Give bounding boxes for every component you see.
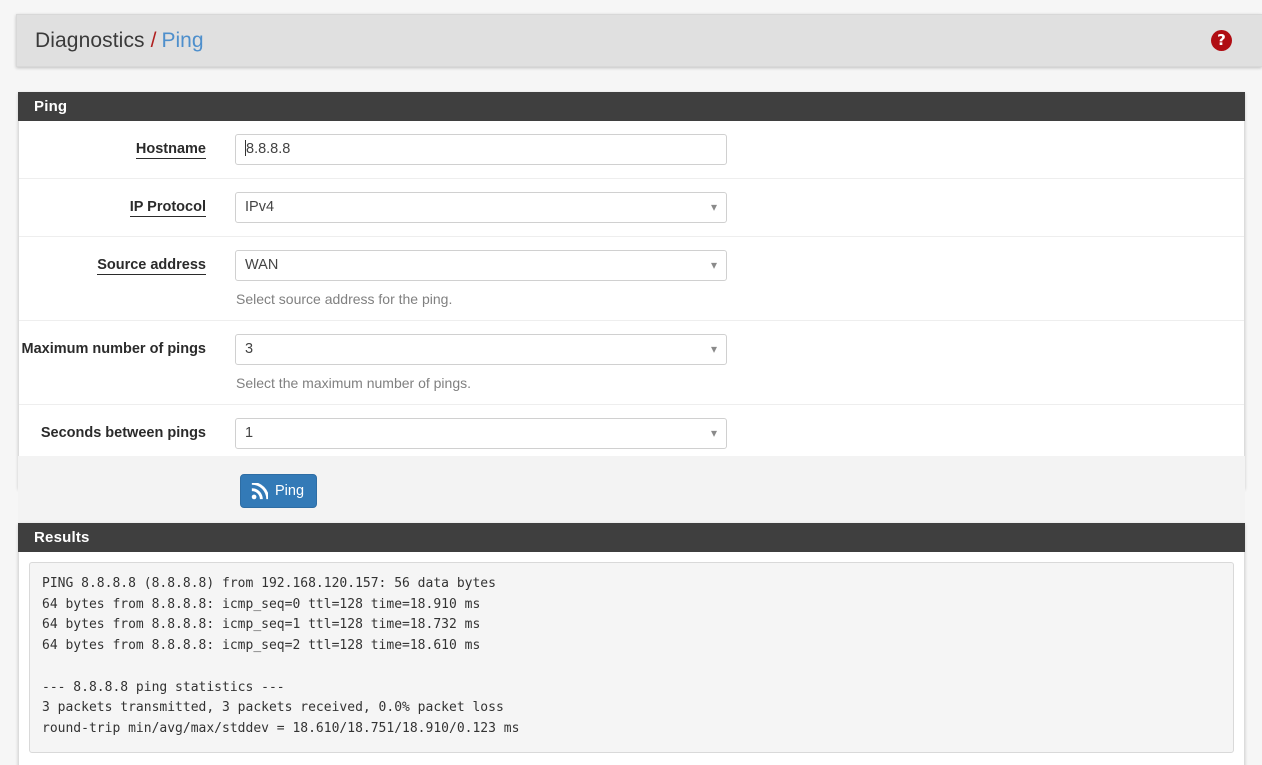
form-row-hostname: Hostname 8.8.8.8 bbox=[19, 121, 1244, 179]
ping-panel: Ping Hostname 8.8.8.8 IP Protocol IPv4 ▾… bbox=[18, 92, 1245, 489]
results-panel: Results PING 8.8.8.8 (8.8.8.8) from 192.… bbox=[18, 523, 1245, 765]
form-actions: Ping bbox=[18, 456, 1245, 526]
control-source-address: WAN ▾ Select source address for the ping… bbox=[220, 250, 1244, 307]
hostname-input-text: 8.8.8.8 bbox=[245, 140, 291, 157]
results-panel-body: PING 8.8.8.8 (8.8.8.8) from 192.168.120.… bbox=[18, 552, 1245, 765]
question-circle-icon[interactable]: ? bbox=[1211, 30, 1232, 51]
breadcrumb-bar: Diagnostics / Ping ? bbox=[16, 14, 1262, 67]
label-max-pings: Maximum number of pings bbox=[21, 341, 207, 357]
ping-output[interactable]: PING 8.8.8.8 (8.8.8.8) from 192.168.120.… bbox=[29, 562, 1234, 753]
seconds-between-value: 1 bbox=[245, 425, 254, 441]
control-hostname: 8.8.8.8 bbox=[220, 134, 1244, 165]
hostname-input[interactable]: 8.8.8.8 bbox=[235, 134, 727, 165]
source-address-select[interactable]: WAN ▾ bbox=[235, 250, 727, 281]
rss-signal-icon bbox=[251, 482, 268, 499]
seconds-between-select[interactable]: 1 ▾ bbox=[235, 418, 727, 449]
ping-submit-label: Ping bbox=[275, 483, 305, 499]
form-row-source-address: Source address WAN ▾ Select source addre… bbox=[19, 237, 1244, 321]
help-max-pings: Select the maximum number of pings. bbox=[236, 375, 471, 391]
max-pings-value: 3 bbox=[245, 341, 254, 357]
label-ip-protocol: IP Protocol bbox=[129, 199, 206, 217]
control-max-pings: 3 ▾ Select the maximum number of pings. bbox=[220, 334, 1244, 391]
ip-protocol-select[interactable]: IPv4 ▾ bbox=[235, 192, 727, 223]
label-hostname: Hostname bbox=[135, 141, 206, 159]
ip-protocol-value: IPv4 bbox=[245, 199, 275, 215]
label-source-address: Source address bbox=[97, 257, 206, 275]
source-address-value: WAN bbox=[245, 257, 279, 273]
page-root: Diagnostics / Ping ? Ping Hostname 8.8.8… bbox=[0, 0, 1262, 765]
form-row-max-pings: Maximum number of pings 3 ▾ Select the m… bbox=[19, 321, 1244, 405]
breadcrumb-separator: / bbox=[150, 28, 157, 52]
ping-panel-title: Ping bbox=[18, 92, 1245, 121]
form-row-ip-protocol: IP Protocol IPv4 ▾ bbox=[19, 179, 1244, 237]
help-icon-wrap: ? bbox=[1211, 30, 1232, 51]
max-pings-select[interactable]: 3 ▾ bbox=[235, 334, 727, 365]
results-panel-title: Results bbox=[18, 523, 1245, 552]
ping-panel-body: Hostname 8.8.8.8 IP Protocol IPv4 ▾ Sour… bbox=[18, 121, 1245, 489]
ping-submit-button[interactable]: Ping bbox=[240, 474, 318, 508]
control-ip-protocol: IPv4 ▾ bbox=[220, 192, 1244, 223]
help-source-address: Select source address for the ping. bbox=[236, 291, 453, 307]
breadcrumb-root: Diagnostics bbox=[35, 28, 145, 52]
breadcrumb-current[interactable]: Ping bbox=[162, 29, 204, 53]
